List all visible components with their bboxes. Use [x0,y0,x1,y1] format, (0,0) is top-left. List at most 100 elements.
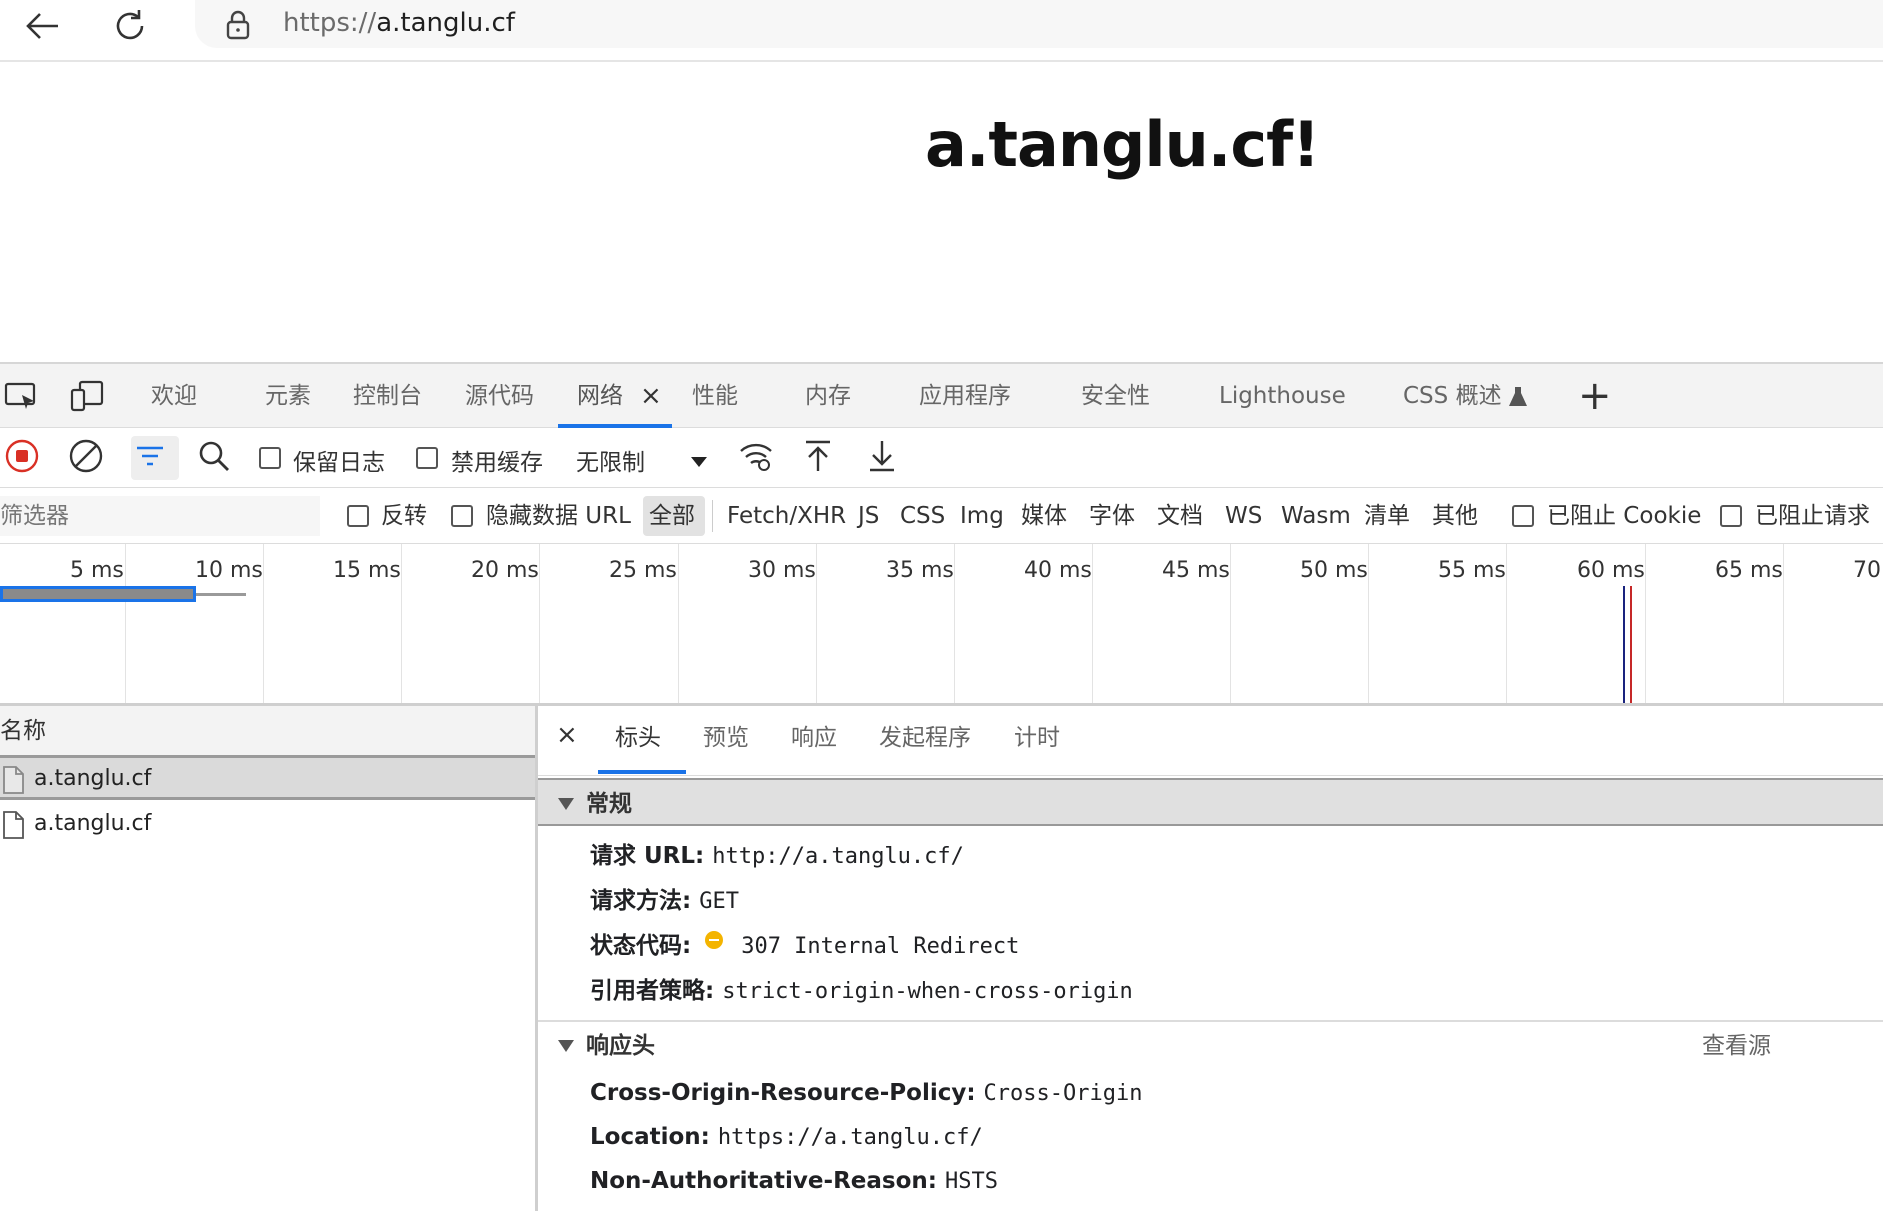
blocked-cookies-checkbox[interactable] [1512,505,1534,527]
load-event-line [1630,586,1632,703]
url-host: a.tanglu.cf [376,8,515,38]
gridline [1783,544,1784,703]
preserve-log-checkbox[interactable] [259,447,281,469]
request-row[interactable]: a.tanglu.cf [0,758,535,800]
status-code-value: 307 Internal Redirect [741,934,1020,959]
filter-input[interactable]: 筛选器 [0,496,320,536]
add-tab-icon[interactable]: + [1578,376,1612,416]
record-icon[interactable] [2,439,42,473]
close-icon[interactable]: × [556,720,578,750]
gridline [401,544,402,703]
corp-header-row: Cross-Origin-Resource-Policy: Cross-Origi… [590,1080,1143,1106]
type-filter-img[interactable]: Img [960,488,1004,544]
tab-timing[interactable]: 计时 [1014,706,1060,774]
hide-data-urls-checkbox[interactable] [451,505,473,527]
type-filter-manifest[interactable]: 清单 [1364,488,1410,544]
lock-icon[interactable] [225,10,251,44]
corp-header-value: Cross-Origin [983,1081,1143,1106]
gridline [678,544,679,703]
type-filter-css[interactable]: CSS [900,488,945,544]
gridline [539,544,540,703]
upload-har-icon[interactable] [798,439,838,473]
view-source-link[interactable]: 查看源 [1702,1022,1771,1070]
request-name: a.tanglu.cf [34,766,152,791]
timeline-tick: 60 ms [1577,558,1645,583]
type-filter-ws[interactable]: WS [1225,488,1262,544]
blocked-requests-checkbox[interactable] [1720,505,1742,527]
timeline-tick: 65 ms [1715,558,1783,583]
tab-console[interactable]: 控制台 [353,364,422,428]
refresh-icon[interactable] [105,4,155,48]
type-filter-fetch-xhr[interactable]: Fetch/XHR [727,488,846,544]
disable-cache-checkbox[interactable] [416,447,438,469]
throttling-select[interactable]: 无限制 [576,443,645,477]
tab-welcome[interactable]: 欢迎 [151,364,197,428]
gridline [1368,544,1369,703]
request-url-row: 请求 URL: http://a.tanglu.cf/ [590,836,964,870]
type-filter-media[interactable]: 媒体 [1021,488,1067,544]
document-icon [2,811,24,854]
filter-icon[interactable] [130,439,170,473]
timeline-tick: 20 ms [471,558,539,583]
expand-triangle-icon [558,798,574,810]
invert-label: 反转 [381,503,427,529]
timeline-tick: 10 ms [195,558,263,583]
invert-checkbox[interactable] [347,505,369,527]
tab-security[interactable]: 安全性 [1081,364,1150,428]
gridline [263,544,264,703]
timeline-tick: 15 ms [333,558,401,583]
arrow-left-icon[interactable] [17,4,67,48]
search-icon[interactable] [194,439,234,473]
tab-elements[interactable]: 元素 [265,364,311,428]
tab-memory[interactable]: 内存 [805,364,851,428]
clear-icon[interactable] [66,439,106,473]
request-bar [0,586,196,602]
preserve-log-label: 保留日志 [293,450,385,476]
status-code-label: 状态代码: [590,933,692,959]
tab-application[interactable]: 应用程序 [919,364,1011,428]
request-row[interactable]: a.tanglu.cf [0,803,535,845]
tab-network[interactable]: 网络 [577,364,623,428]
tab-initiator[interactable]: 发起程序 [879,706,971,774]
response-headers-section-header[interactable]: 响应头 查看源 [538,1020,1883,1068]
browser-toolbar: https://a.tanglu.cf [0,0,1883,62]
timeline-overview[interactable]: 5 ms 10 ms 15 ms 20 ms 25 ms 30 ms 35 ms… [0,544,1883,706]
network-conditions-icon[interactable] [736,439,776,473]
tab-response[interactable]: 响应 [791,706,837,774]
type-filter-js[interactable]: JS [858,488,879,544]
tab-performance[interactable]: 性能 [692,364,738,428]
hide-data-urls-label: 隐藏数据 URL [486,503,631,529]
nar-header-row: Non-Authoritative-Reason: HSTS [590,1168,998,1194]
gridline [125,544,126,703]
location-header-value: https://a.tanglu.cf/ [717,1125,983,1150]
referrer-policy-value: strict-origin-when-cross-origin [722,979,1133,1004]
general-section-header[interactable]: 常规 [538,778,1883,826]
device-toolbar-icon[interactable] [66,379,106,413]
devtools-panel: 欢迎 元素 控制台 源代码 网络 × 性能 内存 应用程序 安全性 Lighth… [0,362,1883,1211]
devtools-tabbar: 欢迎 元素 控制台 源代码 网络 × 性能 内存 应用程序 安全性 Lighth… [0,364,1883,428]
dropdown-arrow-icon[interactable] [690,453,708,472]
tab-headers[interactable]: 标头 [615,706,661,774]
filter-bar: 筛选器 反转 隐藏数据 URL 全部 Fetch/XHR JS CSS Img … [0,488,1883,544]
type-filter-font[interactable]: 字体 [1089,488,1135,544]
tab-sources[interactable]: 源代码 [465,364,534,428]
timeline-tick: 40 ms [1024,558,1092,583]
type-filter-doc[interactable]: 文档 [1157,488,1203,544]
location-header-row: Location: https://a.tanglu.cf/ [590,1124,983,1150]
download-har-icon[interactable] [862,439,902,473]
type-filter-all[interactable]: 全部 [649,488,695,544]
type-filter-other[interactable]: 其他 [1432,488,1478,544]
type-filter-wasm[interactable]: Wasm [1281,488,1351,544]
gridline [1092,544,1093,703]
gridline [1506,544,1507,703]
timeline-tick: 55 ms [1438,558,1506,583]
address-bar[interactable]: https://a.tanglu.cf [195,0,1883,48]
tab-preview[interactable]: 预览 [703,706,749,774]
tab-css-overview[interactable]: CSS 概述 [1403,364,1502,428]
tab-lighthouse[interactable]: Lighthouse [1219,364,1346,428]
timeline-tick: 5 ms [70,558,124,583]
close-icon[interactable]: × [640,381,662,411]
url-text: https://a.tanglu.cf [283,8,515,38]
column-header-name[interactable]: 名称 [0,706,535,758]
inspect-element-icon[interactable] [2,379,42,413]
